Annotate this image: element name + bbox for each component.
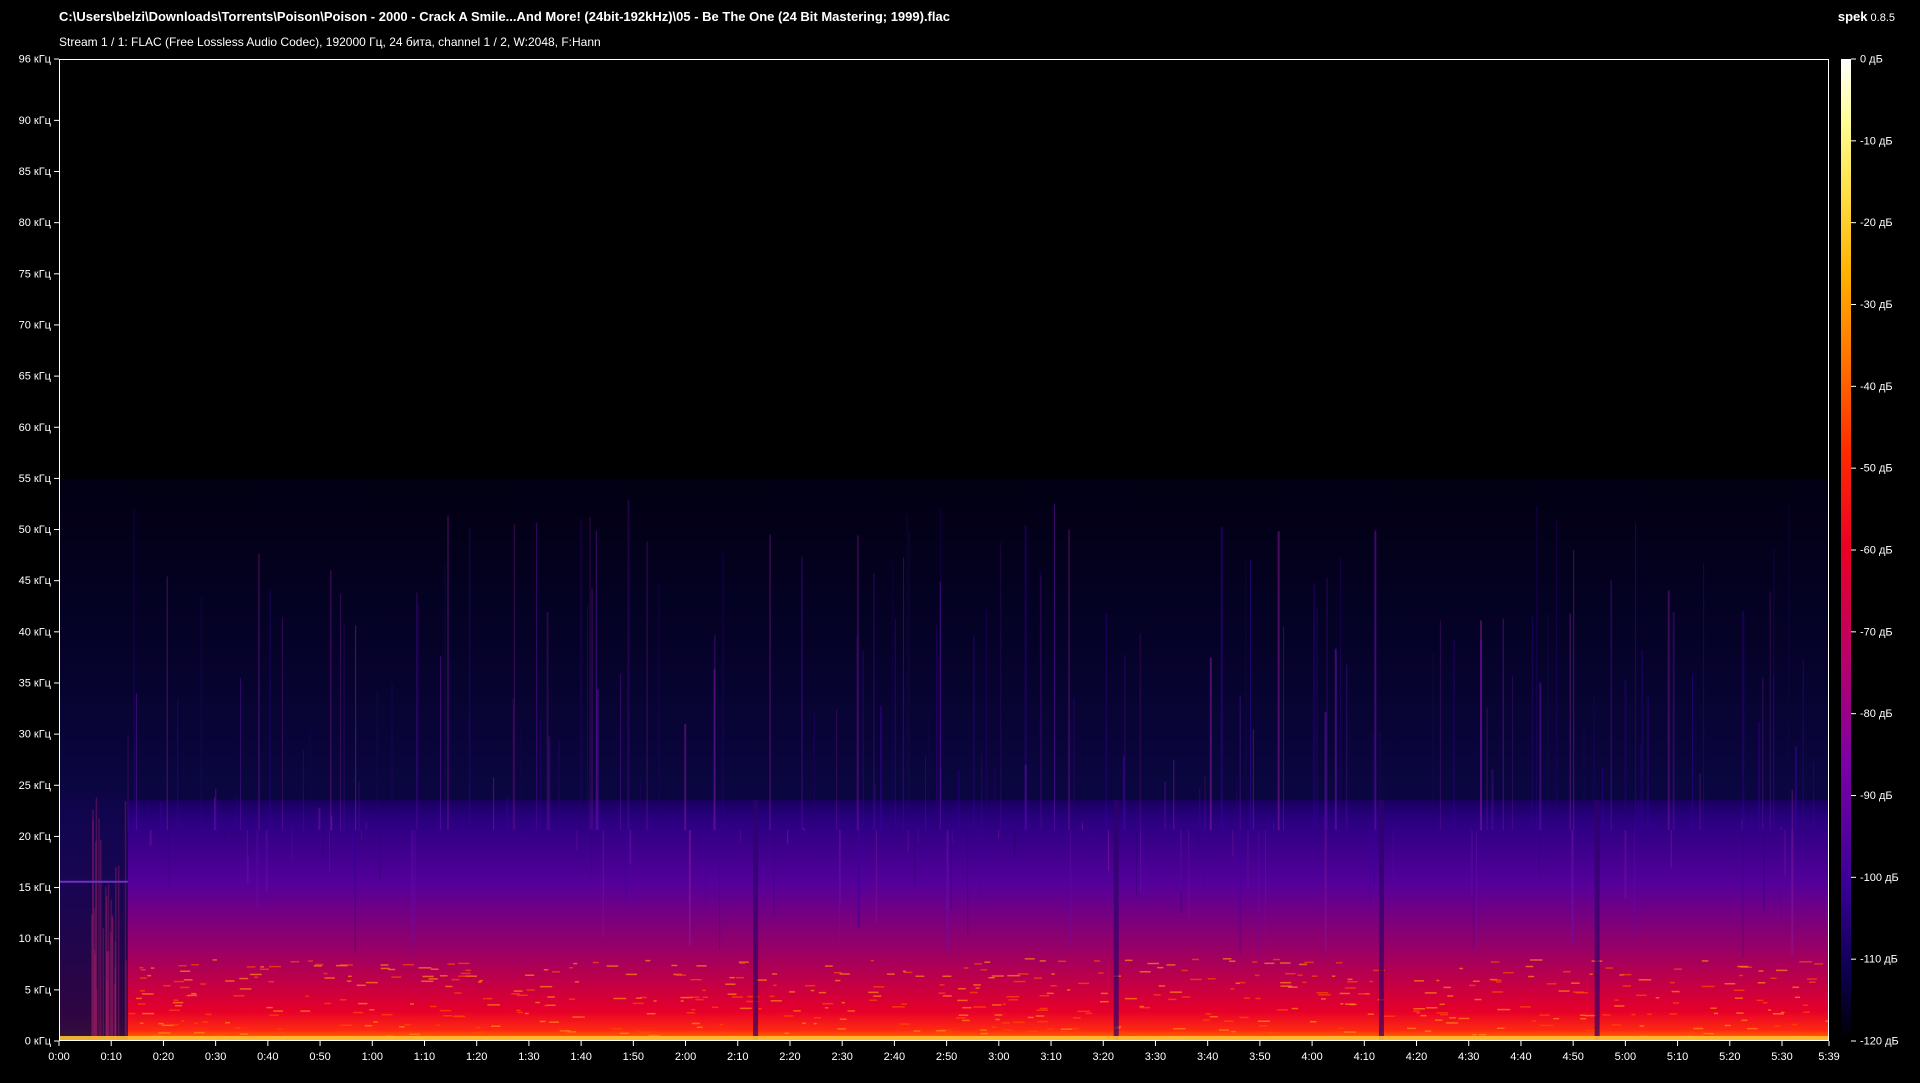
x-tick-label: 5:20 — [1719, 1051, 1740, 1063]
colorbar-tick-label: -10 дБ — [1860, 135, 1893, 147]
x-tick-label: 1:50 — [623, 1051, 644, 1063]
x-tick-label: 5:30 — [1771, 1051, 1792, 1063]
y-tick-label: 80 кГц — [19, 217, 52, 229]
y-tick-label: 70 кГц — [19, 319, 52, 331]
x-tick-label: 0:40 — [257, 1051, 278, 1063]
colorbar-tick-label: -80 дБ — [1860, 708, 1893, 720]
x-tick-label: 5:10 — [1667, 1051, 1688, 1063]
colorbar-tick-label: -120 дБ — [1860, 1036, 1899, 1048]
y-tick-label: 90 кГц — [19, 115, 52, 127]
x-tick-label: 4:30 — [1458, 1051, 1479, 1063]
y-tick-label: 35 кГц — [19, 677, 52, 689]
x-tick-label: 2:30 — [831, 1051, 852, 1063]
colorbar-tick-label: -50 дБ — [1860, 463, 1893, 475]
y-tick-label: 30 кГц — [19, 729, 52, 741]
x-tick-label: 2:00 — [675, 1051, 696, 1063]
y-tick-label: 0 кГц — [25, 1036, 52, 1048]
x-tick-label: 3:50 — [1249, 1051, 1270, 1063]
colorbar-tick-label: -30 дБ — [1860, 299, 1893, 311]
colorbar-tick-label: -20 дБ — [1860, 217, 1893, 229]
x-tick-label: 3:40 — [1197, 1051, 1218, 1063]
y-tick-label: 20 кГц — [19, 831, 52, 843]
x-tick-label: 1:20 — [466, 1051, 487, 1063]
y-tick-label: 25 кГц — [19, 780, 52, 792]
spectrogram-axes: 96 кГц 90 кГц 85 кГц 80 кГц 75 кГц 70 кГц 65 к… — [19, 54, 1899, 1064]
x-tick-label: 2:40 — [884, 1051, 905, 1063]
x-tick-label: 3:10 — [1040, 1051, 1061, 1063]
x-tick-label: 4:40 — [1510, 1051, 1531, 1063]
y-tick-label: 85 кГц — [19, 166, 52, 178]
x-tick-label: 1:40 — [570, 1051, 591, 1063]
colorbar-tick-label: -100 дБ — [1860, 872, 1899, 884]
x-tick-label: 0:50 — [309, 1051, 330, 1063]
y-tick-label: 40 кГц — [19, 626, 52, 638]
colorbar-tick-label: -40 дБ — [1860, 381, 1893, 393]
colorbar-tick-label: -60 дБ — [1860, 545, 1893, 557]
x-tick-label: 2:20 — [779, 1051, 800, 1063]
x-tick-label: 3:00 — [988, 1051, 1009, 1063]
x-tick-label: 1:00 — [362, 1051, 383, 1063]
x-tick-label: 0:30 — [205, 1051, 226, 1063]
x-tick-label: 2:50 — [936, 1051, 957, 1063]
x-tick-label: 3:20 — [1093, 1051, 1114, 1063]
x-tick-label: 5:00 — [1615, 1051, 1636, 1063]
x-tick-label: 4:50 — [1562, 1051, 1583, 1063]
x-tick-label: 3:30 — [1145, 1051, 1166, 1063]
y-tick-label: 5 кГц — [25, 984, 52, 996]
y-tick-label: 60 кГц — [19, 422, 52, 434]
colorbar-tick-label: -110 дБ — [1860, 954, 1898, 966]
y-tick-label: 96 кГц — [19, 54, 52, 66]
y-tick-label: 75 кГц — [19, 268, 52, 280]
y-tick-label: 55 кГц — [19, 473, 52, 485]
y-tick-label: 45 кГц — [19, 575, 52, 587]
x-tick-label: 4:00 — [1301, 1051, 1322, 1063]
x-tick-label: 4:10 — [1354, 1051, 1375, 1063]
y-tick-label: 15 кГц — [19, 882, 52, 894]
y-tick-label: 65 кГц — [19, 371, 52, 383]
colorbar-tick-label: -70 дБ — [1860, 626, 1893, 638]
x-tick-label: 5:39 — [1818, 1051, 1839, 1063]
colorbar-gradient — [1841, 59, 1851, 1041]
y-tick-label: 10 кГц — [19, 933, 52, 945]
colorbar-tick-label: 0 дБ — [1860, 54, 1883, 66]
x-tick-label: 4:20 — [1406, 1051, 1427, 1063]
x-tick-label: 1:30 — [518, 1051, 539, 1063]
x-tick-label: 0:00 — [48, 1051, 69, 1063]
colorbar-tick-label: -90 дБ — [1860, 790, 1893, 802]
y-tick-label: 50 кГц — [19, 524, 52, 536]
x-tick-label: 0:20 — [153, 1051, 174, 1063]
x-tick-label: 0:10 — [101, 1051, 122, 1063]
x-tick-label: 1:10 — [414, 1051, 435, 1063]
x-tick-label: 2:10 — [727, 1051, 748, 1063]
